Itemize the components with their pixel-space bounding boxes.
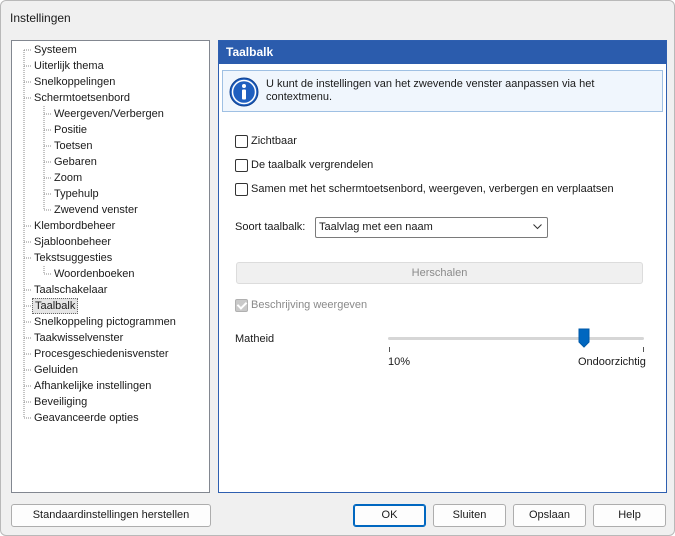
lock-checkbox[interactable] xyxy=(235,158,248,172)
tree-item-schermtoetsenbord[interactable]: Schermtoetsenbord xyxy=(32,90,132,106)
visible-checkbox-row[interactable]: Zichtbaar xyxy=(235,133,297,149)
reset-defaults-button[interactable]: Standaardinstellingen herstellen xyxy=(11,504,211,527)
type-select[interactable]: Taalvlag met een naam xyxy=(315,217,548,238)
tree-item-toetsen[interactable]: Toetsen xyxy=(52,138,95,154)
opacity-tick-max xyxy=(643,347,644,352)
resize-button[interactable]: Herschalen xyxy=(236,262,643,284)
title-bar: Instellingen xyxy=(1,1,674,35)
together-checkbox-label: Samen met het schermtoetsenbord, weergev… xyxy=(251,183,614,195)
info-box: U kunt de instellingen van het zwevende … xyxy=(222,70,663,112)
panel-title: Taalbalk xyxy=(219,41,666,64)
together-checkbox-row[interactable]: Samen met het schermtoetsenbord, weergev… xyxy=(235,181,614,197)
tree-item-snelkoppelingen[interactable]: Snelkoppelingen xyxy=(32,74,117,90)
tree-item-beveiliging[interactable]: Beveiliging xyxy=(32,394,89,410)
help-button[interactable]: Help xyxy=(593,504,666,527)
tree-item-weergeven-verbergen[interactable]: Weergeven/Verbergen xyxy=(52,106,166,122)
chevron-down-icon xyxy=(533,224,542,230)
close-button[interactable]: Sluiten xyxy=(433,504,506,527)
lock-checkbox-label: De taalbalk vergrendelen xyxy=(251,159,374,171)
ok-button[interactable]: OK xyxy=(353,504,426,527)
description-checkbox-row[interactable]: Beschrijving weergeven xyxy=(235,297,367,313)
window-title: Instellingen xyxy=(10,11,71,25)
tree-item-snelkoppeling-pictogrammen[interactable]: Snelkoppeling pictogrammen xyxy=(32,314,178,330)
settings-tree[interactable]: Systeem Uiterlijk thema Snelkoppelingen Sch… xyxy=(11,40,210,493)
tree-item-taalbalk[interactable]: Taalbalk xyxy=(32,298,79,314)
tree-item-afhankelijke-instellingen[interactable]: Afhankelijke instellingen xyxy=(32,378,153,394)
opacity-min-label: 10% xyxy=(388,356,411,368)
info-text: U kunt de instellingen van het zwevende … xyxy=(266,78,595,103)
visible-checkbox[interactable] xyxy=(235,134,248,148)
tree-item-uiterlijk-thema[interactable]: Uiterlijk thema xyxy=(32,58,106,74)
opacity-tick-min xyxy=(389,347,390,352)
tree-item-typehulp[interactable]: Typehulp xyxy=(52,186,101,202)
description-checkbox-label: Beschrijving weergeven xyxy=(251,299,368,311)
tree-item-positie[interactable]: Positie xyxy=(52,122,89,138)
together-checkbox[interactable] xyxy=(235,182,248,196)
type-label: Soort taalbalk: xyxy=(235,221,306,233)
opacity-max-label: Ondoorzichtig xyxy=(578,356,646,368)
tree-item-taakwisselvenster[interactable]: Taakwisselvenster xyxy=(32,330,125,346)
tree-item-zoom[interactable]: Zoom xyxy=(52,170,84,186)
settings-panel: Taalbalk U kunt de instellingen van het … xyxy=(218,40,667,493)
opacity-slider-thumb[interactable] xyxy=(578,328,590,348)
lock-checkbox-row[interactable]: De taalbalk vergrendelen xyxy=(235,157,373,173)
tree-item-systeem[interactable]: Systeem xyxy=(32,42,79,58)
opacity-slider-track[interactable] xyxy=(388,337,644,340)
tree-item-woordenboeken[interactable]: Woordenboeken xyxy=(52,266,137,282)
type-select-value: Taalvlag met een naam xyxy=(319,221,433,233)
tree-item-klembordbeheer[interactable]: Klembordbeheer xyxy=(32,218,117,234)
tree-item-taalschakelaar[interactable]: Taalschakelaar xyxy=(32,282,109,298)
settings-window: Instellingen Systeem Uiterlijk thema Snelk… xyxy=(0,0,675,536)
opacity-label: Matheid xyxy=(235,333,275,345)
tree-item-geluiden[interactable]: Geluiden xyxy=(32,362,80,378)
description-checkbox[interactable] xyxy=(235,298,248,312)
tree-item-tekstsuggesties[interactable]: Tekstsuggesties xyxy=(32,250,114,266)
tree-item-zwevend-venster[interactable]: Zwevend venster xyxy=(52,202,140,218)
info-icon xyxy=(229,77,259,107)
tree-item-sjabloonbeheer[interactable]: Sjabloonbeheer xyxy=(32,234,113,250)
visible-checkbox-label: Zichtbaar xyxy=(251,135,297,147)
tree-item-geavanceerde-opties[interactable]: Geavanceerde opties xyxy=(32,410,141,426)
save-button[interactable]: Opslaan xyxy=(513,504,586,527)
tree-item-gebaren[interactable]: Gebaren xyxy=(52,154,99,170)
tree-item-procesgeschiedenisvenster[interactable]: Procesgeschiedenisvenster xyxy=(32,346,171,362)
